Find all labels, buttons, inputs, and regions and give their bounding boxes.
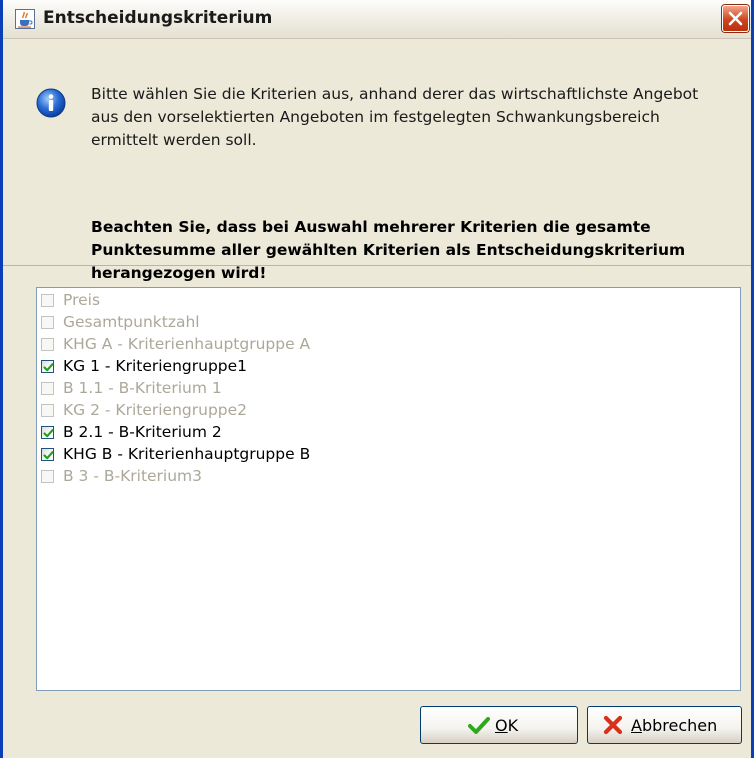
criteria-list-item[interactable]: B 2.1 - B-Kriterium 2 bbox=[37, 422, 740, 444]
criteria-list-item: Preis bbox=[37, 290, 740, 312]
checkmark-icon bbox=[468, 717, 490, 734]
java-cup-icon bbox=[15, 9, 35, 29]
checkbox bbox=[41, 470, 54, 483]
criteria-label: B 3 - B-Kriterium3 bbox=[63, 467, 203, 485]
checkbox[interactable] bbox=[41, 426, 54, 439]
info-panel: Bitte wählen Sie die Kriterien aus, anha… bbox=[3, 39, 751, 282]
criteria-label: Gesamtpunktzahl bbox=[63, 313, 200, 331]
info-icon bbox=[36, 88, 66, 118]
checkmark-icon bbox=[43, 451, 54, 460]
info-message: Bitte wählen Sie die Kriterien aus, anha… bbox=[91, 85, 699, 149]
cancel-button[interactable]: Abbrechen bbox=[587, 706, 742, 744]
window-title: Entscheidungskriterium bbox=[43, 8, 273, 28]
criteria-list-item[interactable]: KG 1 - Kriteriengruppe1 bbox=[37, 356, 740, 378]
title-bar[interactable]: Entscheidungskriterium bbox=[3, 0, 751, 39]
criteria-label: KG 1 - Kriteriengruppe1 bbox=[63, 357, 248, 375]
checkmark-icon bbox=[43, 363, 54, 372]
criteria-list-item: B 1.1 - B-Kriterium 1 bbox=[37, 378, 740, 400]
criteria-label: Preis bbox=[63, 291, 101, 309]
cancel-x-icon bbox=[603, 715, 623, 735]
checkmark-icon bbox=[43, 429, 54, 438]
close-icon bbox=[728, 11, 743, 26]
ok-button[interactable]: OK bbox=[420, 706, 578, 744]
checkbox[interactable] bbox=[41, 360, 54, 373]
criteria-list-item: Gesamtpunktzahl bbox=[37, 312, 740, 334]
criteria-list-item[interactable]: KHG B - Kriterienhauptgruppe B bbox=[37, 444, 740, 466]
checkbox bbox=[41, 382, 54, 395]
criteria-list[interactable]: Preis Gesamtpunktzahl KHG A - Kriterienhau… bbox=[36, 287, 741, 691]
dialog-window: Entscheidungskriterium Bitte wählen Sie … bbox=[0, 0, 754, 758]
criteria-label: B 2.1 - B-Kriterium 2 bbox=[63, 423, 222, 441]
ok-label: OK bbox=[495, 716, 519, 735]
criteria-list-item: KG 2 - Kriteriengruppe2 bbox=[37, 400, 740, 422]
criteria-list-item: KHG A - Kriterienhauptgruppe A bbox=[37, 334, 740, 356]
checkbox bbox=[41, 316, 54, 329]
info-note: Beachten Sie, dass bei Auswahl mehrerer … bbox=[91, 218, 686, 282]
criteria-label: KHG B - Kriterienhauptgruppe B bbox=[63, 445, 311, 463]
checkbox[interactable] bbox=[41, 448, 54, 461]
criteria-list-item: B 3 - B-Kriterium3 bbox=[37, 466, 740, 488]
criteria-label: B 1.1 - B-Kriterium 1 bbox=[63, 379, 222, 397]
criteria-label: KG 2 - Kriteriengruppe2 bbox=[63, 401, 248, 419]
close-button[interactable] bbox=[722, 5, 749, 32]
checkbox bbox=[41, 338, 54, 351]
cancel-label: Abbrechen bbox=[631, 716, 718, 735]
checkbox bbox=[41, 294, 54, 307]
checkbox bbox=[41, 404, 54, 417]
criteria-label: KHG A - Kriterienhauptgruppe A bbox=[63, 335, 311, 353]
